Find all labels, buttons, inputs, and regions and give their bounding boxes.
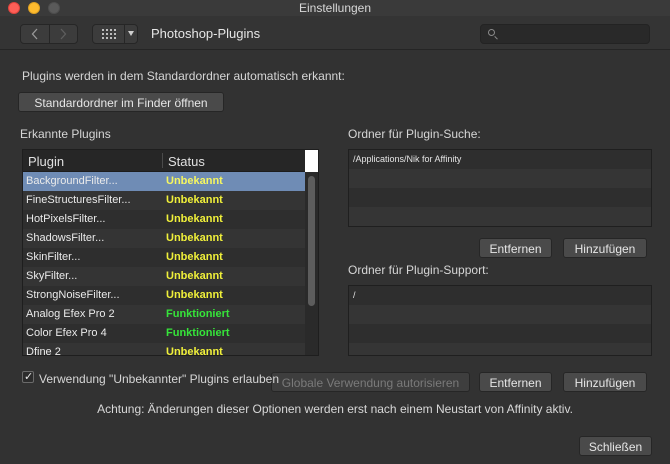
table-row[interactable]: SkyFilter... Unbekannt <box>23 267 305 286</box>
plugin-status: Funktioniert <box>166 327 230 339</box>
support-folders-list[interactable]: / <box>348 285 652 356</box>
plugin-status: Unbekannt <box>166 270 223 282</box>
chevron-right-icon <box>60 28 67 40</box>
table-header: Plugin Status <box>23 150 305 172</box>
table-row[interactable]: Color Efex Pro 4 Funktioniert <box>23 324 305 343</box>
plugin-status: Funktioniert <box>166 308 230 320</box>
list-item[interactable]: / <box>349 286 651 305</box>
plugin-name: ShadowsFilter... <box>26 232 105 244</box>
allow-unknown-label[interactable]: Verwendung "Unbekannter" Plugins erlaube… <box>39 372 279 386</box>
plugin-name: Dfine 2 <box>26 346 61 356</box>
plugin-name: HotPixelsFilter... <box>26 213 106 225</box>
show-all-button[interactable] <box>92 24 138 44</box>
table-row[interactable]: Analog Efex Pro 2 Funktioniert <box>23 305 305 324</box>
add-search-folder-button[interactable]: Hinzufügen <box>563 238 647 258</box>
plugin-status: Unbekannt <box>166 175 223 187</box>
search-icon <box>488 29 495 36</box>
plugins-table[interactable]: Plugin Status BackgroundFilter... Unbekan… <box>22 149 319 356</box>
allow-unknown-checkbox[interactable]: ✓ <box>22 371 34 383</box>
plugin-status: Unbekannt <box>166 194 223 206</box>
table-row[interactable]: StrongNoiseFilter... Unbekannt <box>23 286 305 305</box>
remove-support-folder-button[interactable]: Entfernen <box>479 372 552 392</box>
search-input[interactable] <box>501 26 646 42</box>
list-item[interactable] <box>349 324 651 343</box>
table-header-corner <box>305 150 318 172</box>
chevron-down-icon[interactable] <box>128 31 134 36</box>
plugin-status: Unbekannt <box>166 232 223 244</box>
list-item[interactable] <box>349 343 651 355</box>
plugin-name: SkinFilter... <box>26 251 81 263</box>
remove-search-folder-button[interactable]: Entfernen <box>479 238 552 258</box>
folder-path: / <box>353 290 356 300</box>
table-row[interactable]: Dfine 2 Unbekannt <box>23 343 305 356</box>
zoom-window-button[interactable] <box>48 2 60 14</box>
add-support-folder-button[interactable]: Hinzufügen <box>563 372 647 392</box>
plugin-status: Unbekannt <box>166 213 223 225</box>
plugin-name: StrongNoiseFilter... <box>26 289 120 301</box>
list-item[interactable] <box>349 188 651 207</box>
title-bar: Einstellungen <box>0 0 670 16</box>
folder-path: /Applications/Nik for Affinity <box>353 154 462 164</box>
close-window-button[interactable] <box>8 2 20 14</box>
restart-note: Achtung: Änderungen dieser Optionen werd… <box>97 402 573 416</box>
intro-text: Plugins werden in dem Standardordner aut… <box>22 69 345 83</box>
plugin-status: Unbekannt <box>166 346 223 356</box>
plugin-status: Unbekannt <box>166 251 223 263</box>
list-item[interactable]: /Applications/Nik for Affinity <box>349 150 651 169</box>
plugin-name: BackgroundFilter... <box>26 175 118 187</box>
search-field[interactable] <box>480 24 650 44</box>
plugin-name: SkyFilter... <box>26 270 78 282</box>
detected-plugins-label: Erkannte Plugins <box>20 127 111 141</box>
window-title: Einstellungen <box>298 1 372 15</box>
plugin-status: Unbekannt <box>166 289 223 301</box>
scrollbar-thumb[interactable] <box>308 176 315 306</box>
table-scrollbar[interactable] <box>307 174 316 354</box>
close-button[interactable]: Schließen <box>579 436 652 456</box>
column-header-plugin[interactable]: Plugin <box>28 154 64 169</box>
forward-button[interactable] <box>48 25 78 43</box>
table-row[interactable]: BackgroundFilter... Unbekannt <box>23 172 305 191</box>
pane-title: Photoshop-Plugins <box>151 26 261 41</box>
table-row[interactable]: SkinFilter... Unbekannt <box>23 248 305 267</box>
grid-button-divider <box>124 25 125 43</box>
column-divider <box>162 153 163 168</box>
grid-icon <box>102 29 118 39</box>
table-body: BackgroundFilter... Unbekannt FineStructur… <box>23 172 305 356</box>
list-item[interactable] <box>349 207 651 226</box>
plugin-name: Analog Efex Pro 2 <box>26 308 115 320</box>
column-header-status[interactable]: Status <box>168 154 205 169</box>
minimize-window-button[interactable] <box>28 2 40 14</box>
plugin-name: FineStructuresFilter... <box>26 194 131 206</box>
checkmark-icon: ✓ <box>24 371 34 383</box>
authorize-global-use-button[interactable]: Globale Verwendung autorisieren <box>271 372 470 392</box>
table-row[interactable]: FineStructuresFilter... Unbekannt <box>23 191 305 210</box>
list-item[interactable] <box>349 305 651 324</box>
chevron-left-icon <box>31 28 38 40</box>
support-folders-label: Ordner für Plugin-Support: <box>348 263 489 277</box>
back-button[interactable] <box>21 25 49 43</box>
search-folders-label: Ordner für Plugin-Suche: <box>348 127 481 141</box>
list-item[interactable] <box>349 169 651 188</box>
table-row[interactable]: HotPixelsFilter... Unbekannt <box>23 210 305 229</box>
table-row[interactable]: ShadowsFilter... Unbekannt <box>23 229 305 248</box>
open-default-folder-button[interactable]: Standardordner im Finder öffnen <box>18 92 224 112</box>
toolbar: Photoshop-Plugins <box>0 16 670 50</box>
navigation-buttons <box>20 24 78 44</box>
search-folders-list[interactable]: /Applications/Nik for Affinity <box>348 149 652 227</box>
plugin-name: Color Efex Pro 4 <box>26 327 107 339</box>
